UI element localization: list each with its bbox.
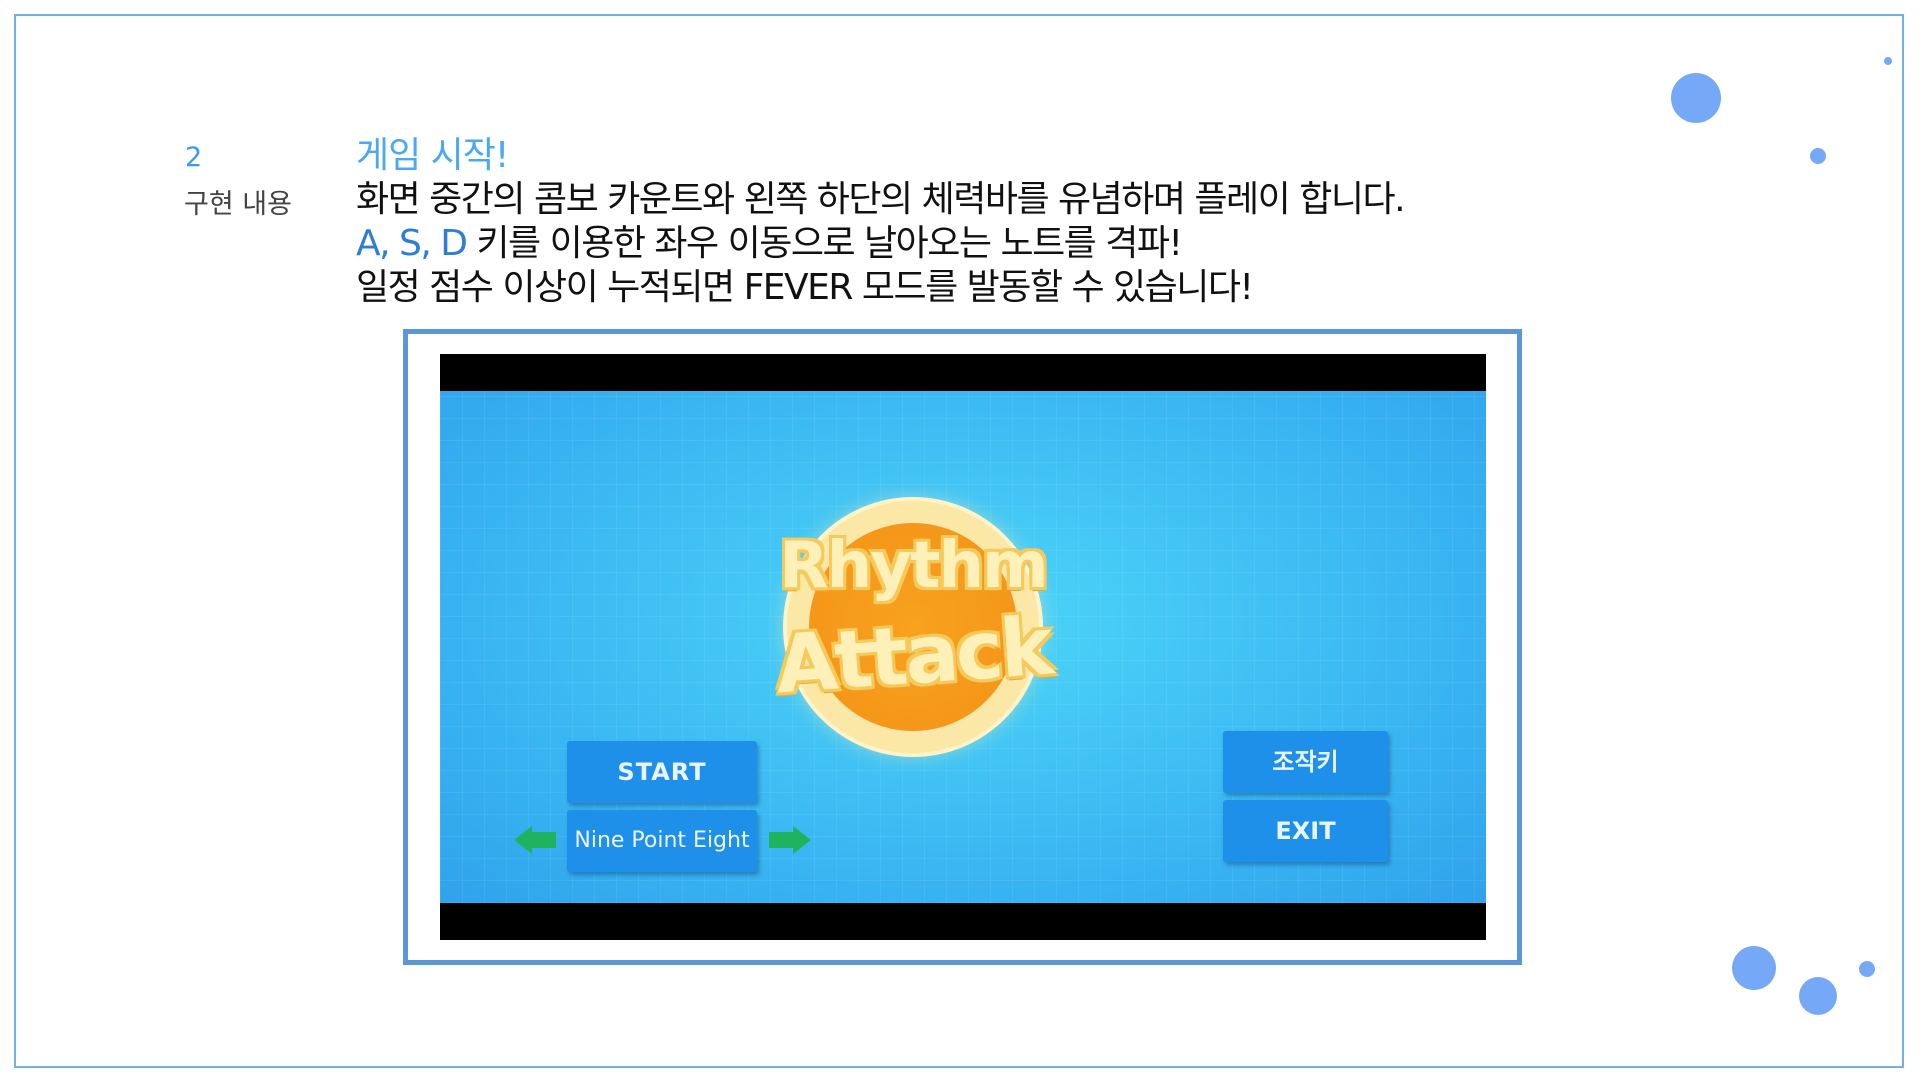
section-number: 2 bbox=[185, 142, 203, 173]
exit-button[interactable]: EXIT bbox=[1223, 800, 1388, 862]
arrow-right-icon[interactable] bbox=[769, 832, 793, 848]
logo-title-attack: Attack bbox=[772, 599, 1054, 712]
start-button[interactable]: START bbox=[567, 741, 757, 803]
decor-dot bbox=[1884, 57, 1892, 65]
decor-dot bbox=[1799, 977, 1837, 1015]
controls-button[interactable]: 조작키 bbox=[1223, 731, 1388, 793]
logo-title-rhythm: Rhythm bbox=[779, 529, 1048, 603]
section-name: 구현 내용 bbox=[184, 189, 292, 220]
arrow-left-icon[interactable] bbox=[514, 826, 532, 854]
description-line-3: 일정 점수 이상이 누적되면 FEVER 모드를 발동할 수 있습니다! bbox=[356, 267, 1254, 308]
arrow-left-icon[interactable] bbox=[532, 832, 556, 848]
decor-dot bbox=[1671, 73, 1721, 123]
decor-dot bbox=[1732, 946, 1776, 990]
decor-dot bbox=[1810, 148, 1826, 164]
song-select-button[interactable]: Nine Point Eight bbox=[567, 810, 757, 872]
arrow-right-icon[interactable] bbox=[793, 826, 811, 854]
game-title-screen: Rhythm Attack START Nine Point Eight 조작키… bbox=[440, 391, 1486, 903]
game-screenshot: Rhythm Attack START Nine Point Eight 조작키… bbox=[440, 354, 1486, 940]
decor-dot bbox=[1859, 961, 1875, 977]
